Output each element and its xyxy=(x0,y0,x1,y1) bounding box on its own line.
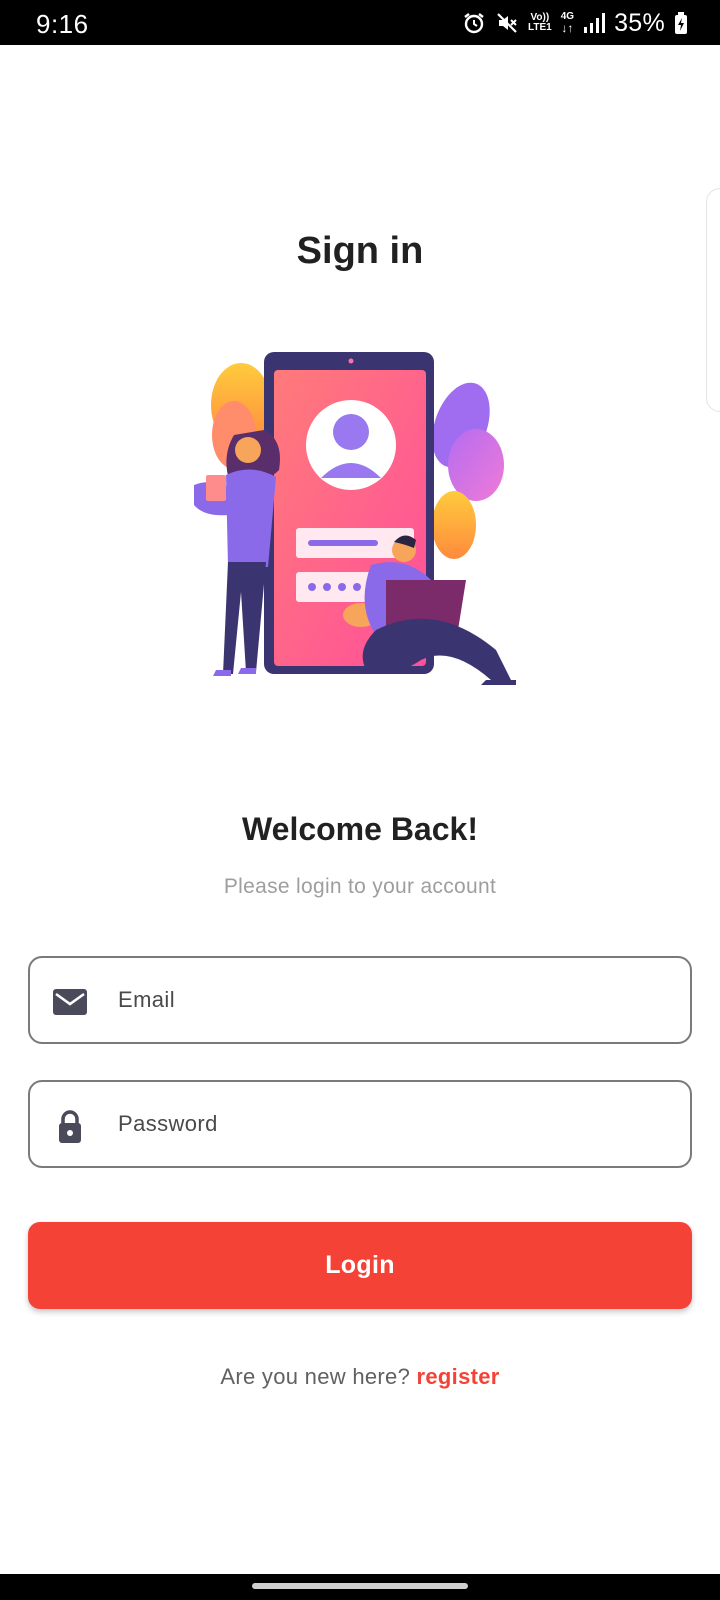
password-input[interactable] xyxy=(118,1082,678,1166)
status-icons: Vo)) LTE1 4G ↓↑ 35% xyxy=(462,8,688,38)
login-illustration xyxy=(194,352,516,685)
data-arrows-icon: 4G ↓↑ xyxy=(560,11,575,35)
mute-icon xyxy=(497,13,517,33)
welcome-heading: Welcome Back! xyxy=(242,811,478,847)
lock-icon xyxy=(59,1110,81,1143)
email-field[interactable] xyxy=(28,956,692,1044)
status-bar: 9:16 Vo)) LTE1 4G ↓↑ 35% xyxy=(0,0,720,45)
signal-icon xyxy=(584,13,606,33)
status-time: 9:16 xyxy=(36,9,89,39)
register-row: Are you new here? register xyxy=(0,1364,720,1390)
side-panel-handle[interactable] xyxy=(706,188,720,412)
email-input[interactable] xyxy=(118,958,678,1042)
navigation-bar xyxy=(0,1574,720,1600)
login-subtitle: Please login to your account xyxy=(223,875,497,898)
volte-icon: Vo)) LTE1 xyxy=(528,13,552,33)
volte-bottom-label: LTE1 xyxy=(528,22,552,33)
alarm-icon xyxy=(464,13,484,34)
login-button[interactable]: Login xyxy=(28,1222,692,1309)
email-icon xyxy=(53,989,87,1015)
home-indicator[interactable] xyxy=(252,1583,468,1589)
register-link[interactable]: register xyxy=(417,1364,500,1389)
battery-percent: 35% xyxy=(614,8,665,37)
battery-charging-icon xyxy=(675,12,687,34)
password-field[interactable] xyxy=(28,1080,692,1168)
page-title: Sign in xyxy=(296,230,424,272)
register-prompt: Are you new here? xyxy=(220,1364,417,1389)
